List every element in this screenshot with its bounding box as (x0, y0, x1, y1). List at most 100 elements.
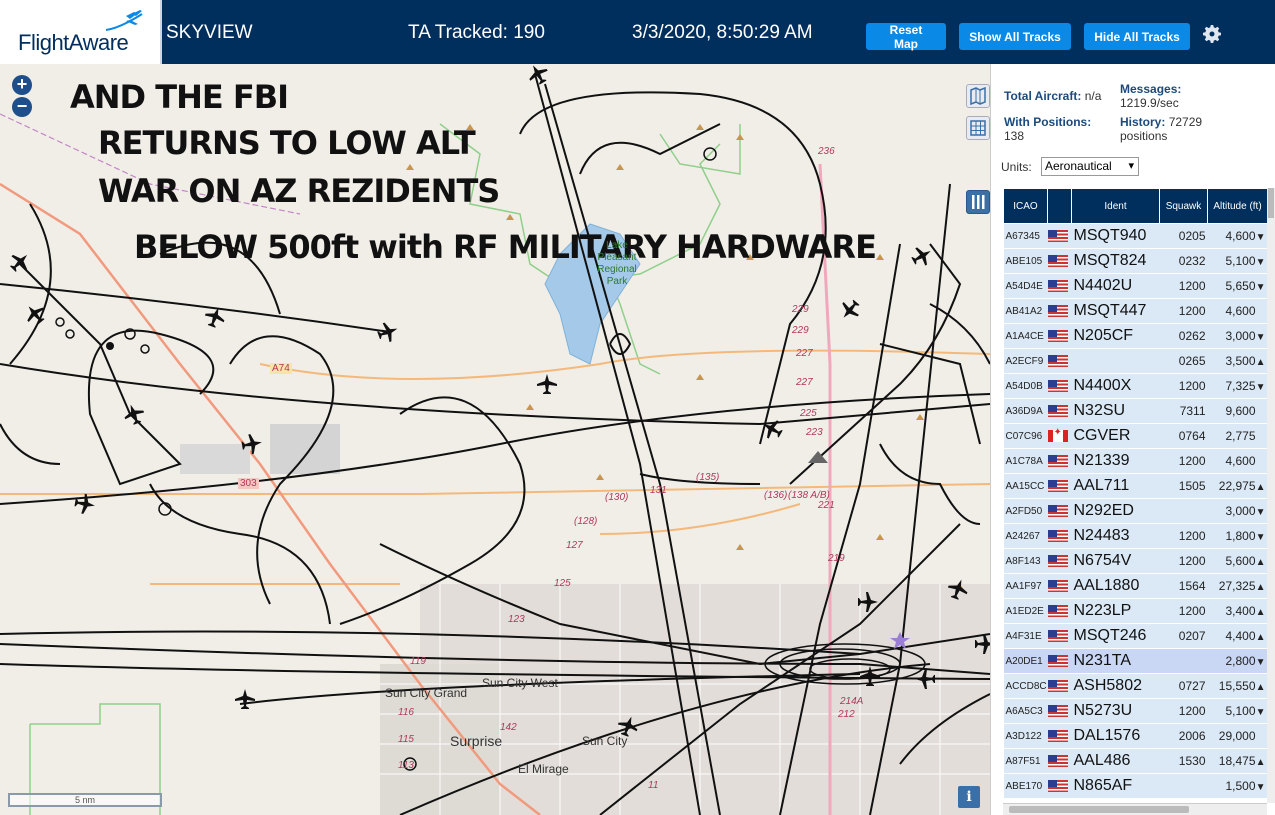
altitude-value: 3,500 (1225, 354, 1256, 368)
column-header-altitude[interactable]: Altitude (ft) (1207, 188, 1267, 224)
grid-layer-icon (970, 120, 986, 136)
place-label: Surprise (450, 733, 503, 749)
table-row[interactable]: A2FD50 N292ED 3,000▼ (1003, 498, 1267, 524)
altitude-value: 9,600 (1225, 404, 1256, 418)
icao-cell: A54D0B (1003, 373, 1048, 399)
table-row[interactable]: A6A5C3 N5273U 1200 5,100▼ (1003, 698, 1267, 724)
us-flag-icon (1047, 654, 1068, 667)
table-horizontal-scrollbar[interactable] (1003, 803, 1267, 815)
flag-cell (1047, 373, 1072, 399)
icao-cell: A2FD50 (1003, 498, 1048, 524)
gear-icon[interactable] (1200, 22, 1224, 46)
table-row[interactable]: A36D9A N32SU 7311 9,600 (1003, 398, 1267, 424)
table-row[interactable]: A4F31E MSQT246 0207 4,400▲ (1003, 623, 1267, 649)
table-row[interactable]: A87F51 AAL486 1530 18,475▲ (1003, 748, 1267, 774)
highway-label: 123 (508, 614, 525, 625)
squawk-cell: 1200 (1159, 523, 1208, 549)
hide-all-tracks-button[interactable]: Hide All Tracks (1084, 23, 1190, 50)
table-row[interactable]: A1C78A N21339 1200 4,600 (1003, 448, 1267, 474)
table-row[interactable]: A2ECF9 0265 3,500▲ (1003, 348, 1267, 374)
units-select[interactable]: Aeronautical (1041, 157, 1139, 176)
zoom-in-button[interactable]: + (12, 75, 32, 95)
highway-label: 127 (566, 540, 583, 551)
table-row[interactable]: A67345 MSQT940 0205 4,600▼ (1003, 223, 1267, 249)
table-row[interactable]: ABE170 N865AF 1,500▼ (1003, 773, 1267, 799)
icao-cell: A24267 (1003, 523, 1048, 549)
column-header-squawk[interactable]: Squawk (1159, 188, 1208, 224)
table-row[interactable]: A1ED2E N223LP 1200 3,400▲ (1003, 598, 1267, 624)
altitude-trend-icon: ▼ (1255, 332, 1266, 343)
us-flag-icon (1047, 604, 1068, 617)
table-row[interactable]: A1A4CE N205CF 0262 3,000▼ (1003, 323, 1267, 349)
info-button[interactable]: i (958, 786, 980, 808)
icao-cell: A1A4CE (1003, 323, 1048, 349)
flightaware-logo[interactable]: FlightAware (0, 0, 162, 64)
table-row[interactable]: AB41A2 MSQT447 1200 4,600 (1003, 298, 1267, 324)
us-flag-icon (1047, 354, 1068, 367)
table-row[interactable]: A20DE1 N231TA 2,800▼ (1003, 648, 1267, 674)
table-row[interactable]: A24267 N24483 1200 1,800▼ (1003, 523, 1267, 549)
squawk-cell: 0764 (1159, 423, 1208, 449)
history-stat: History: 72729 positions (1120, 115, 1240, 143)
altitude-cell: 3,000▼ (1207, 498, 1267, 524)
flag-cell (1047, 273, 1072, 299)
altitude-value: 5,100 (1225, 254, 1256, 268)
highway-label: 113 (398, 760, 414, 771)
squawk-cell: 1200 (1159, 598, 1208, 624)
us-flag-icon (1047, 754, 1068, 767)
ident-cell: N5273U (1071, 698, 1160, 724)
table-row[interactable]: ACCD8C ASH5802 0727 15,550▲ (1003, 673, 1267, 699)
map-icon[interactable] (966, 84, 990, 108)
altitude-cell: 1,500▼ (1207, 773, 1267, 799)
table-row[interactable]: AA15CC AAL711 1505 22,975▲ (1003, 473, 1267, 499)
ident-cell: N231TA (1071, 648, 1160, 674)
highway-label: A74 (270, 363, 292, 374)
with-positions-stat: With Positions: 138 (1004, 115, 1091, 143)
ident-cell: ASH5802 (1071, 673, 1160, 699)
column-header-icao[interactable]: ICAO (1003, 188, 1048, 224)
columns-icon[interactable] (966, 190, 990, 214)
altitude-trend-icon: ▼ (1255, 532, 1266, 543)
flag-cell (1047, 323, 1072, 349)
us-flag-icon (1047, 279, 1068, 292)
highway-label: 116 (398, 707, 414, 718)
icao-cell: ABE105 (1003, 248, 1048, 274)
altitude-trend-icon: ▲ (1255, 682, 1266, 693)
squawk-cell: 0265 (1159, 348, 1208, 374)
icao-cell: C07C96 (1003, 423, 1048, 449)
grid-icon[interactable] (966, 116, 990, 140)
table-row[interactable]: C07C96 CGVER0764 2,775 (1003, 423, 1267, 449)
highway-label: 115 (398, 734, 414, 745)
altitude-trend-icon: ▲ (1255, 607, 1266, 618)
table-row[interactable]: A3D122 DAL1576 2006 29,000 (1003, 723, 1267, 749)
zoom-out-button[interactable]: − (12, 97, 32, 117)
altitude-value: 5,650 (1225, 279, 1256, 293)
table-row[interactable]: A54D4E N4402U 1200 5,650▼ (1003, 273, 1267, 299)
icao-cell: A36D9A (1003, 398, 1048, 424)
table-row[interactable]: A54D0B N4400X 1200 7,325▼ (1003, 373, 1267, 399)
icao-cell: A2ECF9 (1003, 348, 1048, 374)
us-flag-icon (1047, 579, 1068, 592)
show-all-tracks-button[interactable]: Show All Tracks (959, 23, 1071, 50)
column-header-flag[interactable] (1047, 188, 1072, 224)
squawk-cell (1159, 498, 1208, 524)
flag-cell (1047, 223, 1072, 249)
reset-map-button[interactable]: Reset Map (866, 23, 946, 51)
us-flag-icon (1047, 779, 1068, 792)
table-row[interactable]: A8F143 N6754V 1200 5,600▲ (1003, 548, 1267, 574)
column-header-ident[interactable]: Ident (1071, 188, 1160, 224)
table-row[interactable]: AA1F97 AAL1880 1564 27,325▲ (1003, 573, 1267, 599)
us-flag-icon (1047, 704, 1068, 717)
aircraft-table-container: ICAO Ident Squawk Altitude (ft) A67345 MS… (1003, 188, 1267, 803)
current-datetime: 3/3/2020, 8:50:29 AM (632, 22, 813, 43)
altitude-value: 3,400 (1225, 604, 1256, 618)
aircraft-table: ICAO Ident Squawk Altitude (ft) A67345 MS… (1003, 188, 1267, 799)
altitude-value: 3,000 (1225, 504, 1256, 518)
ident-cell: N24483 (1071, 523, 1160, 549)
map-canvas[interactable]: + − AND THE FBI RETURNS TO LOW ALT WAR O… (0, 64, 990, 815)
table-vertical-scrollbar[interactable] (1267, 188, 1275, 803)
logo-text: FlightAware (18, 30, 129, 55)
us-flag-icon (1047, 229, 1068, 242)
table-row[interactable]: ABE105 MSQT824 0232 5,100▼ (1003, 248, 1267, 274)
flag-cell (1047, 498, 1072, 524)
